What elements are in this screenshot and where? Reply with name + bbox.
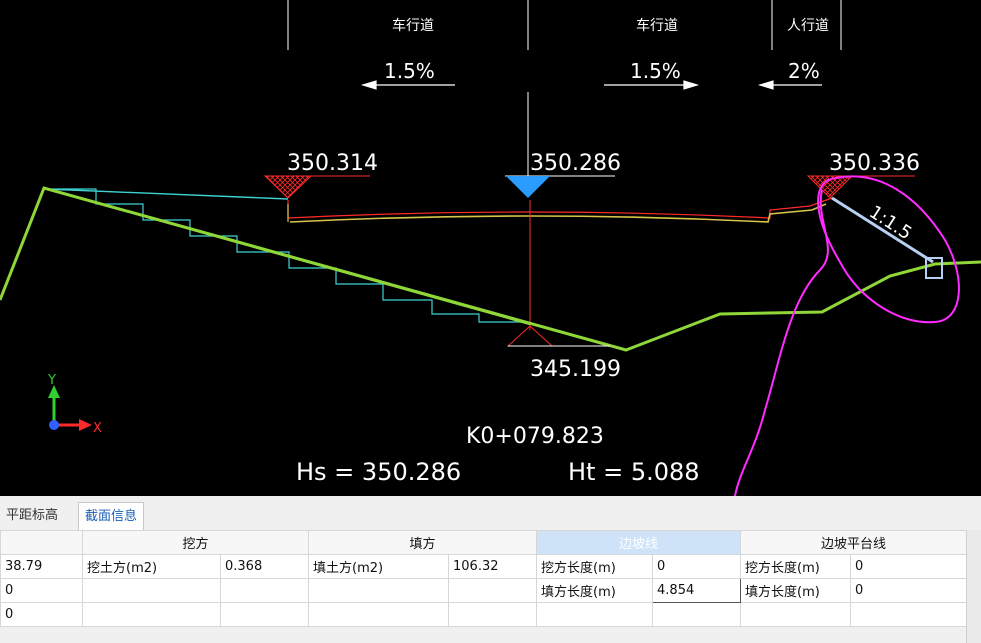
elevation-bottom: 345.199	[530, 357, 621, 382]
table-cell[interactable]	[308, 602, 450, 627]
table-row: 0	[0, 602, 968, 627]
table-cell[interactable]	[308, 578, 450, 603]
table-cell[interactable]: 填方长度(m)	[536, 578, 654, 603]
header-platform-line[interactable]: 边坡平台线	[740, 530, 968, 555]
cad-canvas[interactable]: 车行道 车行道 人行道 1.5% 1.5% 2% 350.314 350.286…	[0, 0, 981, 496]
table-cell[interactable]	[536, 602, 654, 627]
table-cell[interactable]	[448, 578, 538, 603]
station-label: K0+079.823	[466, 424, 604, 449]
tab-section-info[interactable]: 截面信息	[78, 502, 145, 530]
table-cell[interactable]	[82, 602, 221, 627]
lane-label-left: 车行道	[392, 17, 434, 34]
header-slope-line[interactable]: 边坡线	[536, 530, 742, 555]
header-empty	[0, 530, 83, 555]
elevation-center: 350.286	[530, 151, 621, 176]
table-cell[interactable]: 0	[850, 578, 968, 603]
table-cell[interactable]	[740, 602, 852, 627]
vertical-scrollbar[interactable]	[966, 530, 981, 643]
table-cell[interactable]: 0	[652, 554, 742, 579]
elevation-left: 350.314	[287, 151, 378, 176]
header-cut[interactable]: 挖方	[81, 530, 310, 555]
table-cell-fill-length[interactable]: 4.854	[652, 578, 742, 603]
table-cell[interactable]: 0	[850, 554, 968, 579]
hs-label: Hs = 350.286	[296, 458, 461, 486]
slope-right-label: 1.5%	[630, 59, 681, 83]
table-cell[interactable]: 填方长度(m)	[740, 578, 852, 603]
table-cell[interactable]: 38.79	[0, 554, 83, 579]
table-cell[interactable]: 0.368	[219, 554, 310, 579]
section-info-panel: 平距标高 截面信息 挖方 填方 边坡线 边坡平台线 38.79 挖土方(m2) …	[0, 496, 981, 643]
table-cell[interactable]: 0	[0, 602, 83, 627]
table-cell[interactable]	[850, 602, 968, 627]
lane-label-sidewalk: 人行道	[787, 18, 829, 34]
slope-left-label: 1.5%	[384, 59, 435, 83]
ht-label: Ht = 5.088	[568, 458, 700, 486]
header-fill[interactable]: 填方	[308, 530, 538, 555]
table-cell[interactable]	[448, 602, 538, 627]
lane-label-right: 车行道	[636, 17, 678, 34]
table-cell[interactable]	[219, 602, 310, 627]
table-cell[interactable]: 0	[0, 578, 83, 603]
table-cell[interactable]: 填土方(m2)	[308, 554, 450, 579]
table-row: 0 填方长度(m) 4.854 填方长度(m) 0	[0, 578, 968, 603]
table-header-row: 挖方 填方 边坡线 边坡平台线	[0, 530, 968, 555]
table-cell[interactable]: 挖方长度(m)	[740, 554, 852, 579]
axis-x-label: X	[93, 421, 102, 436]
table-cell[interactable]: 挖土方(m2)	[82, 554, 221, 579]
tab-distance-elevation[interactable]: 平距标高	[0, 502, 64, 529]
table-cell[interactable]	[219, 578, 310, 603]
table-cell[interactable]: 106.32	[448, 554, 538, 579]
table-row: 38.79 挖土方(m2) 0.368 填土方(m2) 106.32 挖方长度(…	[0, 554, 968, 579]
table-cell[interactable]: 挖方长度(m)	[536, 554, 654, 579]
axis-y-label: Y	[47, 373, 56, 388]
table-cell[interactable]	[652, 602, 742, 627]
slope-sidewalk-label: 2%	[788, 59, 820, 83]
elevation-right: 350.336	[829, 151, 920, 176]
panel-tabs: 平距标高 截面信息	[0, 496, 981, 531]
section-info-table: 挖方 填方 边坡线 边坡平台线 38.79 挖土方(m2) 0.368 填土方(…	[0, 530, 968, 627]
table-cell[interactable]	[82, 578, 221, 603]
